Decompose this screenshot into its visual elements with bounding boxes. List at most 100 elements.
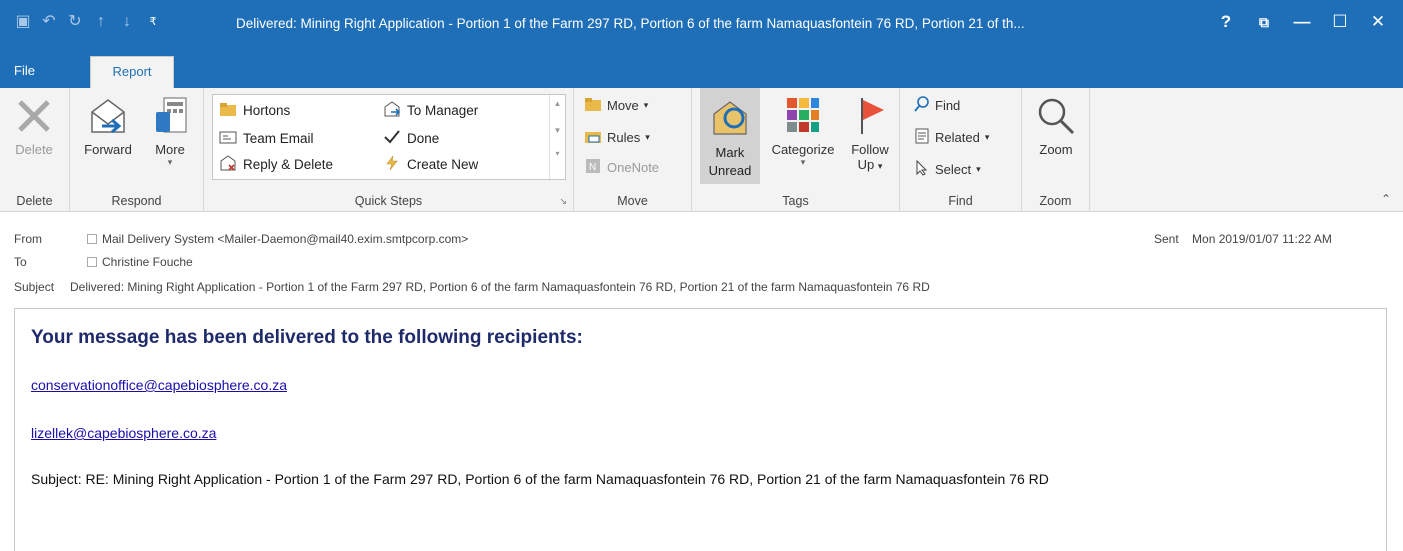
zoom-group-label: Zoom xyxy=(1039,194,1072,208)
mark-unread-icon xyxy=(710,98,750,138)
collapse-ribbon-icon[interactable]: ⌃ xyxy=(1381,192,1391,206)
team-email-icon xyxy=(219,129,237,148)
checkmark-icon xyxy=(383,129,401,148)
sent-info: Sent Mon 2019/01/07 11:22 AM xyxy=(1154,232,1332,246)
forward-button[interactable]: Forward xyxy=(78,92,138,157)
rules-icon xyxy=(584,128,602,147)
subject-value: Delivered: Mining Right Application - Po… xyxy=(70,280,930,294)
quicksteps-group-label: Quick Steps xyxy=(354,194,423,208)
flag-icon xyxy=(850,96,890,136)
select-button[interactable]: Select ▾ xyxy=(914,159,981,179)
original-subject-line: Subject: RE: Mining Right Application - … xyxy=(31,471,1049,487)
quickstep-team-email[interactable]: Team Email xyxy=(219,129,314,148)
mark-unread-button[interactable]: Mark Unread xyxy=(700,88,760,184)
onenote-button[interactable]: N OneNote xyxy=(584,158,659,177)
previous-item-icon[interactable]: ↑ xyxy=(88,12,114,32)
more-respond-button[interactable]: More ▾ xyxy=(144,92,196,168)
subject-label: Subject xyxy=(14,280,55,294)
tab-report[interactable]: Report xyxy=(90,56,174,88)
related-button[interactable]: Related ▾ xyxy=(914,128,989,147)
customize-toolbar-icon[interactable]: ₹ xyxy=(140,12,166,32)
title-bar: ▣ ↶ ↻ ↑ ↓ ₹ Delivered: Mining Right Appl… xyxy=(0,0,1403,52)
from-label: From xyxy=(14,232,42,246)
rules-button[interactable]: Rules ▾ xyxy=(584,128,650,147)
forward-mail-icon xyxy=(383,101,401,120)
help-button[interactable]: ? xyxy=(1207,10,1245,34)
more-caret-icon: ▾ xyxy=(167,157,173,167)
close-button[interactable]: ✕ xyxy=(1359,10,1397,34)
window-controls: ? ⧉ — ☐ ✕ xyxy=(1207,10,1397,34)
quick-access-toolbar: ▣ ↶ ↻ ↑ ↓ ₹ xyxy=(10,12,166,32)
scroll-up-icon[interactable]: ▲ xyxy=(550,99,565,108)
move-caret-icon: ▾ xyxy=(643,100,649,110)
window-title: Delivered: Mining Right Application - Po… xyxy=(236,16,1025,31)
related-document-icon xyxy=(914,128,930,147)
search-icon xyxy=(914,96,930,115)
ribbon-display-options-button[interactable]: ⧉ xyxy=(1245,10,1283,34)
delete-group: Delete Delete xyxy=(0,88,70,212)
next-item-icon[interactable]: ↓ xyxy=(114,12,140,32)
undo-icon[interactable]: ↶ xyxy=(36,12,62,32)
recipient-link[interactable]: lizellek@capebiosphere.co.za xyxy=(31,425,216,441)
delete-x-icon xyxy=(14,96,54,136)
find-group: Find Related ▾ Select ▾ Find xyxy=(900,88,1022,212)
categorize-button[interactable]: Categorize ▾ xyxy=(762,92,844,168)
svg-text:N: N xyxy=(589,162,596,173)
zoom-button[interactable]: Zoom xyxy=(1028,92,1084,157)
message-header: From Mail Delivery System <Mailer-Daemon… xyxy=(0,212,1403,312)
forward-icon xyxy=(88,96,128,136)
cursor-icon xyxy=(914,159,930,179)
tab-file[interactable]: File xyxy=(0,56,49,88)
delete-group-label: Delete xyxy=(16,194,53,208)
message-body: Your message has been delivered to the f… xyxy=(14,308,1387,551)
lightning-icon xyxy=(383,155,401,174)
gallery-more-icon[interactable]: ▾ xyxy=(550,149,565,158)
follow-up-caret-icon: ▾ xyxy=(877,161,883,171)
save-icon[interactable]: ▣ xyxy=(10,12,36,32)
delivery-heading: Your message has been delivered to the f… xyxy=(31,327,583,348)
recipient-picture-icon xyxy=(87,257,97,267)
quicksteps-scrollbar[interactable]: ▲ ▼ ▾ xyxy=(549,95,565,179)
zoom-group: Zoom Zoom xyxy=(1022,88,1090,212)
onenote-icon: N xyxy=(584,158,602,177)
reply-delete-icon xyxy=(219,155,237,174)
follow-up-button[interactable]: Follow Up ▾ xyxy=(844,92,896,172)
ribbon-tabs: File Report xyxy=(0,52,1403,88)
quickstep-create-new[interactable]: Create New xyxy=(383,155,478,174)
quicksteps-gallery: Hortons To Manager Team Email Done Reply… xyxy=(212,94,566,180)
more-respond-icon xyxy=(150,96,190,136)
magnifier-icon xyxy=(1036,96,1076,136)
scroll-down-icon[interactable]: ▼ xyxy=(550,126,565,135)
move-group: Move ▾ Rules ▾ N OneNote Move xyxy=(574,88,692,212)
categorize-caret-icon: ▾ xyxy=(800,157,806,167)
quickstep-to-manager[interactable]: To Manager xyxy=(383,101,478,120)
minimize-button[interactable]: — xyxy=(1283,10,1321,34)
ribbon: Delete Delete Forward More ▾ Respond Qui… xyxy=(0,88,1403,212)
find-button[interactable]: Find xyxy=(914,96,960,115)
folder-move-icon xyxy=(219,101,237,120)
to-field[interactable]: Christine Fouche xyxy=(87,255,193,269)
recipient-link[interactable]: conservationoffice@capebiosphere.co.za xyxy=(31,377,287,393)
move-button[interactable]: Move ▾ xyxy=(584,96,648,115)
quicksteps-launcher-icon[interactable]: ↘ xyxy=(559,196,567,207)
sent-label: Sent xyxy=(1154,232,1179,246)
move-folder-icon xyxy=(584,96,602,115)
maximize-button[interactable]: ☐ xyxy=(1321,10,1359,34)
respond-group-label: Respond xyxy=(111,194,162,208)
move-group-label: Move xyxy=(617,194,648,208)
quickstep-reply-delete[interactable]: Reply & Delete xyxy=(219,155,333,174)
rules-caret-icon: ▾ xyxy=(645,132,650,142)
sent-value: Mon 2019/01/07 11:22 AM xyxy=(1192,232,1332,246)
quickstep-done[interactable]: Done xyxy=(383,129,439,148)
respond-group: Forward More ▾ Respond xyxy=(70,88,204,212)
redo-icon[interactable]: ↻ xyxy=(62,12,88,32)
related-caret-icon: ▾ xyxy=(984,132,990,142)
quickstep-hortons[interactable]: Hortons xyxy=(219,101,290,120)
to-label: To xyxy=(14,255,27,269)
from-field[interactable]: Mail Delivery System <Mailer-Daemon@mail… xyxy=(87,232,468,246)
tags-group-label: Tags xyxy=(782,194,809,208)
find-group-label: Find xyxy=(948,194,973,208)
sender-picture-icon xyxy=(87,234,97,244)
delete-button[interactable]: Delete xyxy=(4,92,64,157)
categorize-icon xyxy=(783,96,823,136)
